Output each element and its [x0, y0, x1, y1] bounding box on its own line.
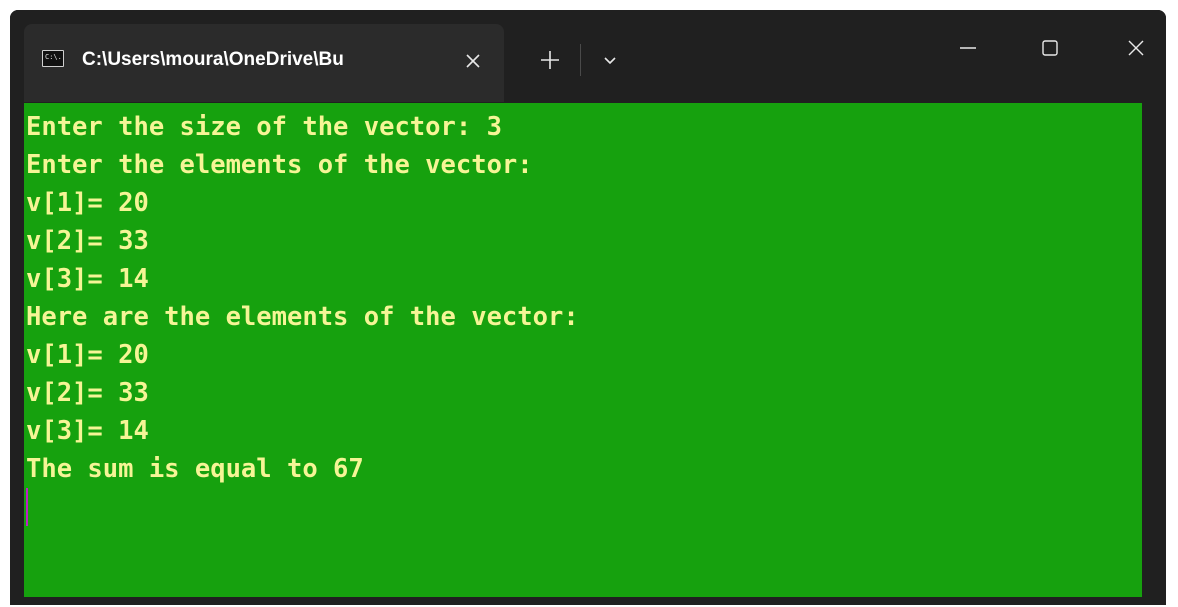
minimize-icon: [960, 47, 976, 49]
tab-close-button[interactable]: [456, 44, 490, 78]
console-line: v[2]= 33: [26, 226, 149, 256]
console-line: v[3]= 14: [26, 416, 149, 446]
console-line: v[3]= 14: [26, 264, 149, 294]
maximize-icon: [1042, 40, 1058, 56]
console-output[interactable]: Enter the size of the vector: 3 Enter th…: [24, 103, 1142, 597]
tab-dropdown-button[interactable]: [592, 44, 628, 78]
tab-title: C:\Users\moura\OneDrive\Bu: [82, 49, 344, 70]
chevron-down-icon: [604, 57, 616, 65]
console-line: v[1]= 20: [26, 188, 149, 218]
terminal-icon: C:\.: [42, 50, 64, 67]
console-line: Enter the size of the vector: 3: [26, 112, 502, 142]
console-line: v[2]= 33: [26, 378, 149, 408]
window-close-button[interactable]: [1106, 26, 1166, 70]
text-cursor: [26, 488, 28, 526]
console-line: Here are the elements of the vector:: [26, 302, 579, 332]
terminal-window: C:\. C:\Users\moura\OneDrive\Bu Enter th…: [10, 10, 1166, 605]
console-line: The sum is equal to 67: [26, 454, 364, 484]
close-icon: [1128, 40, 1144, 56]
minimize-button[interactable]: [938, 26, 998, 70]
tab-separator: [580, 44, 581, 76]
console-line: v[1]= 20: [26, 340, 149, 370]
console-line: Enter the elements of the vector:: [26, 150, 533, 180]
title-bar: C:\. C:\Users\moura\OneDrive\Bu: [10, 10, 1166, 102]
plus-icon: [541, 51, 559, 69]
terminal-icon-text: C:\.: [45, 53, 62, 61]
new-tab-button[interactable]: [530, 40, 570, 80]
maximize-button[interactable]: [1020, 26, 1080, 70]
close-icon: [466, 54, 480, 68]
console-lines: Enter the size of the vector: 3 Enter th…: [26, 108, 579, 488]
tab-terminal[interactable]: C:\. C:\Users\moura\OneDrive\Bu: [24, 24, 504, 102]
